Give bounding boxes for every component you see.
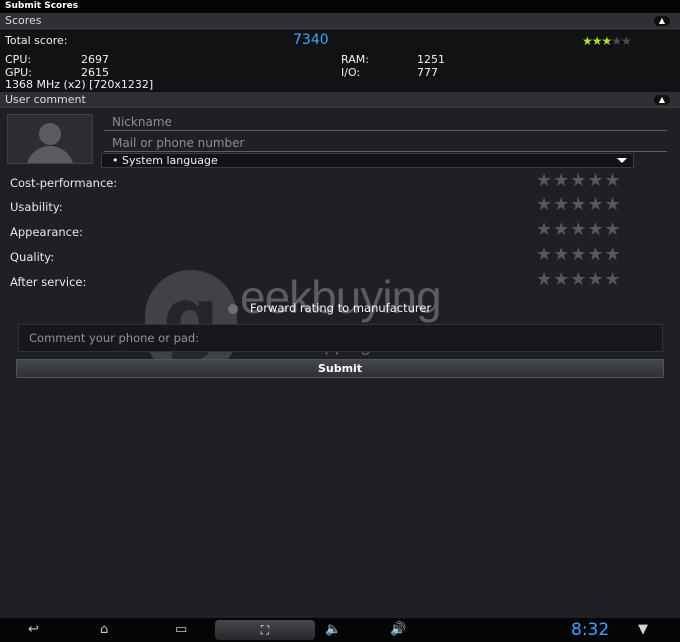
avatar[interactable] bbox=[7, 114, 93, 164]
language-select-value: • System language bbox=[112, 154, 218, 167]
volume-down-icon[interactable]: 🔈 bbox=[325, 622, 341, 637]
cpu-label: CPU: bbox=[5, 53, 32, 66]
scores-collapse-icon[interactable]: ▲ bbox=[654, 16, 670, 26]
language-select[interactable]: • System language bbox=[101, 153, 634, 168]
mail-input[interactable] bbox=[104, 134, 667, 152]
cpu-value: 2697 bbox=[81, 53, 109, 66]
total-score-value: 7340 bbox=[293, 32, 329, 48]
ram-value: 1251 bbox=[417, 53, 445, 66]
submit-button[interactable]: Submit bbox=[16, 359, 664, 378]
scores-header-label: Scores bbox=[5, 14, 42, 27]
total-score-label: Total score: bbox=[5, 34, 68, 47]
star-half-icon: ★ bbox=[601, 34, 613, 48]
rating-label-quality: Quality: bbox=[10, 250, 55, 264]
window-title: Submit Scores bbox=[0, 0, 680, 13]
user-comment-header-label: User comment bbox=[5, 93, 86, 106]
io-value: 777 bbox=[417, 66, 438, 79]
forward-rating-option[interactable]: Forward rating to manufacturer bbox=[228, 301, 431, 315]
io-label: I/O: bbox=[341, 66, 361, 79]
rating-label-after-service: After service: bbox=[10, 275, 87, 289]
screenshot-icon[interactable]: ⛶ bbox=[215, 620, 315, 640]
rating-stars-quality[interactable]: ★★★★★ bbox=[536, 244, 622, 265]
device-info: 1368 MHz (x2) [720x1232] bbox=[5, 78, 154, 91]
nickname-input[interactable] bbox=[104, 113, 667, 131]
star-empty-icon: ★★ bbox=[611, 34, 631, 48]
total-score-stars: ★★★★★ bbox=[582, 34, 632, 48]
rating-stars-appearance[interactable]: ★★★★★ bbox=[536, 219, 622, 240]
rating-stars-cost-performance[interactable]: ★★★★★ bbox=[536, 170, 622, 191]
avatar-head-icon bbox=[39, 123, 61, 145]
avatar-body-icon bbox=[26, 146, 74, 163]
rating-label-appearance: Appearance: bbox=[10, 225, 83, 239]
recents-icon[interactable]: ▭ bbox=[175, 622, 187, 637]
wifi-icon: ▼ bbox=[638, 622, 648, 637]
scores-panel: Total score: 7340 ★★★★★ CPU: 2697 RAM: 1… bbox=[0, 30, 680, 92]
dropdown-arrow-icon bbox=[617, 158, 627, 163]
back-icon[interactable]: ↩ bbox=[28, 622, 39, 637]
ram-label: RAM: bbox=[341, 53, 369, 66]
comment-input[interactable] bbox=[18, 324, 663, 352]
star-full-icon: ★★ bbox=[582, 34, 602, 48]
rating-label-cost-performance: Cost-performance: bbox=[10, 176, 118, 190]
user-comment-collapse-icon[interactable]: ▲ bbox=[654, 95, 670, 105]
forward-radio[interactable] bbox=[228, 303, 238, 314]
user-comment-header[interactable]: User comment ▲ bbox=[0, 92, 680, 108]
rating-stars-usability[interactable]: ★★★★★ bbox=[536, 194, 622, 215]
status-clock: 8:32 bbox=[571, 620, 610, 640]
home-icon[interactable]: ⌂ bbox=[100, 622, 108, 637]
scores-header[interactable]: Scores ▲ bbox=[0, 13, 680, 29]
watermark-brand: eekbuying bbox=[240, 271, 442, 323]
volume-up-icon[interactable]: 🔊 bbox=[390, 622, 406, 637]
rating-stars-after-service[interactable]: ★★★★★ bbox=[536, 269, 622, 290]
forward-label: Forward rating to manufacturer bbox=[250, 301, 432, 315]
system-navbar: ↩ ⌂ ▭ ⛶ 🔈 🔊 8:32 ▼ bbox=[0, 618, 680, 642]
rating-label-usability: Usability: bbox=[10, 200, 63, 214]
